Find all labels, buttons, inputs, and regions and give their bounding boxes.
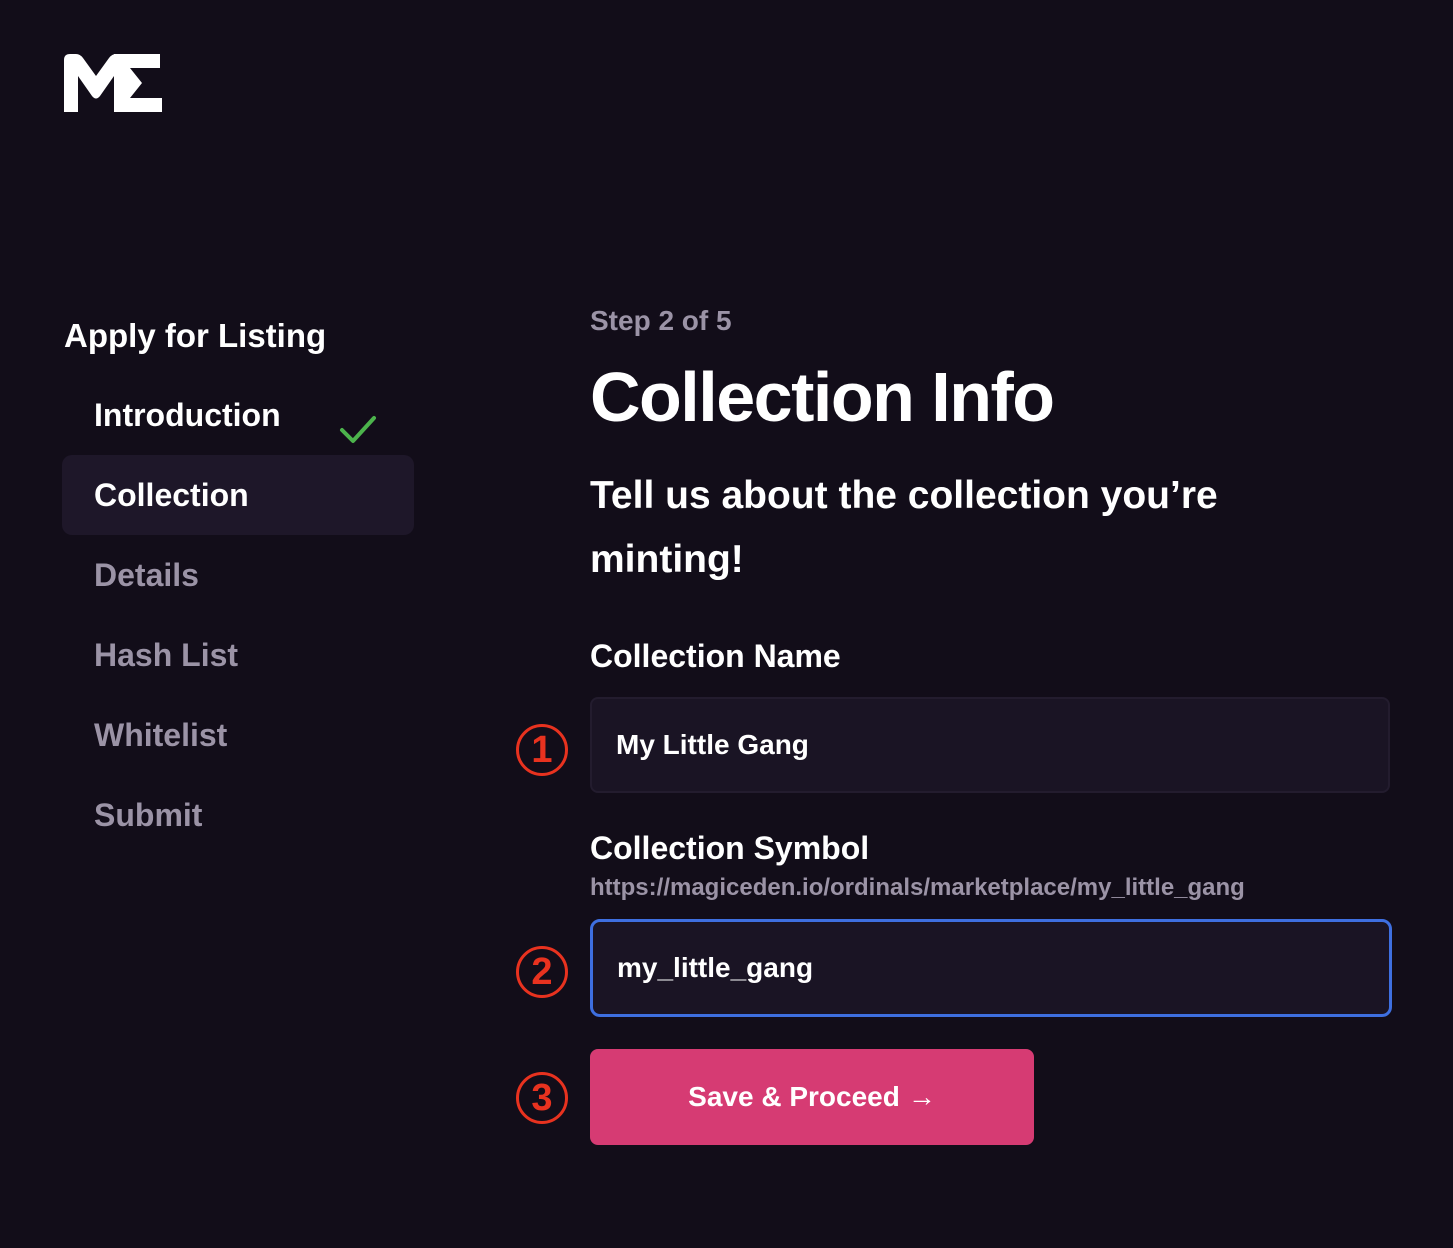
magic-eden-logo-icon[interactable] (62, 52, 162, 114)
annotation-marker-1: 1 (516, 724, 568, 776)
annotation-marker-3: 3 (516, 1072, 568, 1124)
collection-url-preview: https://magiceden.io/ordinals/marketplac… (590, 874, 1245, 901)
sidebar-item-label: Submit (94, 797, 203, 833)
save-and-proceed-button[interactable]: Save & Proceed → (590, 1049, 1034, 1145)
sidebar-item-introduction[interactable]: Introduction (62, 375, 414, 455)
step-indicator: Step 2 of 5 (590, 305, 732, 336)
sidebar-item-label: Details (94, 557, 199, 593)
sidebar-item-collection[interactable]: Collection (62, 455, 414, 535)
arrow-right-icon: → (907, 1081, 936, 1112)
collection-symbol-input[interactable] (590, 919, 1392, 1017)
sidebar-item-whitelist[interactable]: Whitelist (62, 695, 414, 775)
collection-symbol-label: Collection Symbol (590, 830, 870, 866)
save-button-label: Save & Proceed (688, 1081, 900, 1112)
sidebar-item-submit[interactable]: Submit (62, 775, 414, 855)
sidebar-item-label: Collection (94, 477, 249, 513)
listing-steps-sidebar: Apply for Listing Introduction Collectio… (62, 316, 414, 855)
page-subtitle: Tell us about the collection you’re mint… (590, 474, 1218, 581)
sidebar-item-label: Hash List (94, 637, 239, 673)
check-icon (338, 397, 378, 443)
collection-info-form: Step 2 of 5 Collection Info Tell us abou… (590, 296, 1392, 1145)
collection-name-input[interactable] (590, 697, 1390, 793)
annotation-marker-2: 2 (516, 946, 568, 998)
sidebar-item-label: Introduction (94, 397, 281, 433)
collection-name-label: Collection Name (590, 638, 841, 674)
sidebar-item-hash-list[interactable]: Hash List (62, 615, 414, 695)
sidebar-item-details[interactable]: Details (62, 535, 414, 615)
sidebar-title: Apply for Listing (64, 317, 327, 354)
sidebar-item-label: Whitelist (94, 717, 228, 753)
page-title: Collection Info (590, 358, 1055, 436)
